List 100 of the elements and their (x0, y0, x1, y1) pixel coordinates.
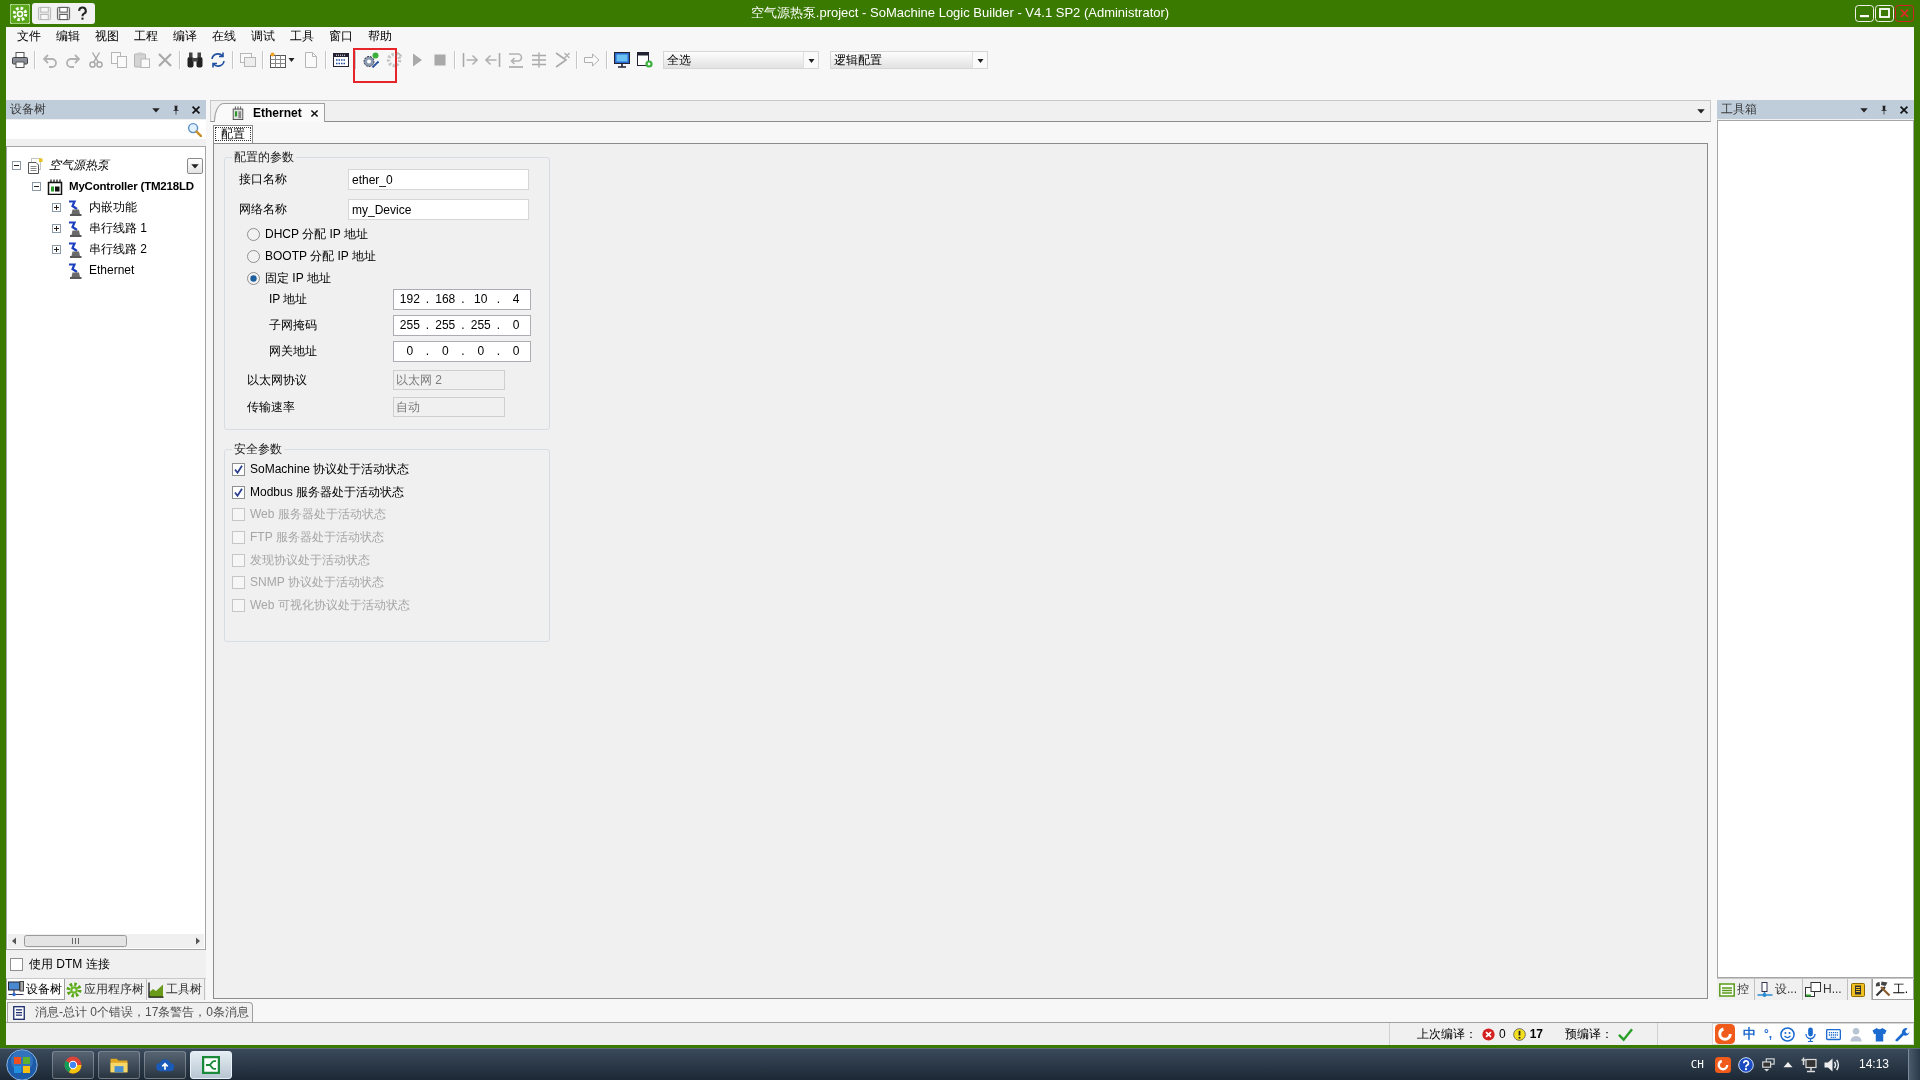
messages-tab[interactable]: 消息-总计 0个错误，17条警告，0条消息 (7, 1002, 253, 1022)
tab[interactable]: 配置 (213, 125, 253, 143)
show-desktop-button[interactable] (1908, 1049, 1920, 1080)
caret-icon[interactable] (807, 56, 815, 64)
ip-address-field[interactable]: 192 . 168 . 10 . 4 (393, 289, 531, 310)
minimize-button[interactable] (1855, 5, 1874, 22)
smiley-icon[interactable] (1780, 1026, 1796, 1042)
dropdown-field[interactable]: 逻辑配置 (830, 51, 988, 69)
panel-tab[interactable]: 控 (1717, 979, 1755, 1000)
controller-icon (47, 178, 63, 195)
checkbox[interactable] (232, 462, 245, 476)
collapse-icon[interactable] (12, 161, 21, 170)
monitor-icon[interactable] (613, 52, 630, 68)
panel-tab[interactable]: 设... (1755, 979, 1803, 1000)
ip-address-field[interactable]: 0 . 0 . 0 . 0 (393, 341, 531, 362)
swap-arrows-icon[interactable] (209, 52, 226, 68)
panel-tab[interactable]: 设备树 (6, 979, 65, 1000)
tree-item[interactable]: Ethernet (89, 263, 135, 278)
network-icon[interactable] (1800, 1056, 1817, 1073)
radio-button[interactable] (247, 249, 260, 263)
help-icon[interactable] (75, 6, 90, 21)
collapse-icon[interactable] (32, 182, 41, 191)
maximize-button[interactable] (1875, 5, 1894, 22)
menu-item[interactable]: 工程 (126, 29, 165, 44)
ime-mode-toggle[interactable]: 中 (1743, 1025, 1756, 1043)
menu-item[interactable]: 视图 (87, 29, 126, 44)
menu-item[interactable]: 文件 (9, 29, 48, 44)
menu-item[interactable]: 编辑 (48, 29, 87, 44)
text-field[interactable]: my_Device (348, 199, 529, 220)
volume-icon[interactable] (1823, 1056, 1840, 1073)
menu-item[interactable]: 在线 (204, 29, 243, 44)
field-label: 传输速率 (247, 399, 296, 415)
caret-icon[interactable] (976, 56, 984, 64)
radio-button[interactable] (247, 227, 260, 241)
expand-icon[interactable] (52, 224, 61, 233)
expand-icon[interactable] (52, 203, 61, 212)
cable-icon (67, 199, 83, 216)
checkbox-label: 发现协议处于活动状态 (250, 552, 370, 568)
start-button[interactable] (6, 1048, 38, 1080)
document-tab[interactable]: Ethernet (214, 103, 325, 122)
shirt-icon[interactable] (1872, 1026, 1888, 1042)
menu-item[interactable]: 窗口 (321, 29, 360, 44)
radio-button[interactable] (247, 271, 260, 285)
status-label: 预编译： (1565, 1026, 1614, 1042)
close-icon[interactable] (191, 104, 201, 115)
clock[interactable]: 14:13 (1858, 1057, 1889, 1072)
panel-tab[interactable]: 工具树 (147, 979, 205, 1000)
checkbox[interactable] (232, 485, 245, 499)
horizontal-scrollbar[interactable] (8, 934, 204, 948)
ip-address-field[interactable]: 255 . 255 . 255 . 0 (393, 315, 531, 336)
computer-icon (8, 981, 24, 997)
panel-tab[interactable]: 应用程序树 (65, 979, 147, 1000)
tree-item[interactable]: 串行线路 1 (89, 221, 147, 236)
help-icon[interactable] (1737, 1056, 1754, 1073)
menu-item[interactable]: 调试 (243, 29, 282, 44)
status-label: 上次编译： (1417, 1026, 1477, 1042)
list-icon (1719, 981, 1735, 998)
language-indicator[interactable]: CH (1690, 1057, 1704, 1072)
device-icon (231, 105, 245, 121)
checkbox-label: Web 可视化协议处于活动状态 (250, 597, 410, 613)
window-gear-icon[interactable] (636, 52, 653, 68)
checkbox-label: SoMachine 协议处于活动状态 (250, 461, 410, 477)
radio-label: DHCP 分配 IP 地址 (265, 226, 368, 242)
wrench-icon[interactable] (1895, 1026, 1911, 1042)
ime-logo-icon[interactable] (1714, 1056, 1731, 1073)
dropdown-field[interactable]: 全选 (663, 51, 819, 69)
tree-item[interactable]: 空气源热泵 (49, 158, 109, 173)
expand-icon[interactable] (52, 245, 61, 254)
close-icon[interactable] (309, 108, 319, 118)
menu-item[interactable]: 编译 (165, 29, 204, 44)
panel-tab[interactable]: 工. (1871, 979, 1915, 1000)
dropdown-button[interactable] (187, 157, 203, 174)
radio-label: BOOTP 分配 IP 地址 (265, 248, 376, 264)
caret-icon[interactable] (1696, 106, 1706, 116)
panel-tab[interactable]: H... (1803, 979, 1848, 1000)
cable-icon (67, 262, 83, 279)
window-stack-icon[interactable] (1760, 1056, 1775, 1073)
search-field[interactable] (6, 120, 206, 139)
tree-item[interactable]: 串行线路 2 (89, 242, 147, 257)
group-title: 安全参数 (233, 442, 283, 457)
binoculars-icon[interactable] (186, 52, 203, 68)
close-icon[interactable] (1899, 104, 1909, 115)
microphone-icon[interactable] (1803, 1026, 1819, 1042)
checkbox[interactable] (10, 957, 23, 971)
text-field[interactable]: ether_0 (348, 169, 529, 190)
network-device-icon (1757, 981, 1773, 998)
tree-item[interactable]: 内嵌功能 (89, 200, 137, 215)
taskbar-button[interactable] (190, 1050, 232, 1079)
grid-icon[interactable] (270, 52, 286, 68)
punctuation-toggle[interactable]: °, (1764, 1026, 1773, 1042)
warning-count: 17 (1529, 1026, 1544, 1042)
checkbox-label: Web 服务器处于活动状态 (250, 507, 386, 523)
search-icon[interactable] (187, 122, 202, 137)
gear-icon[interactable] (362, 52, 379, 68)
menu-item[interactable]: 帮助 (360, 29, 399, 44)
printer-icon[interactable] (11, 52, 28, 68)
keyboard-icon[interactable] (1826, 1026, 1842, 1042)
panel-icon[interactable] (332, 52, 349, 68)
tree-item[interactable]: MyController (TM218LD (69, 179, 194, 194)
menu-item[interactable]: 工具 (282, 29, 321, 44)
